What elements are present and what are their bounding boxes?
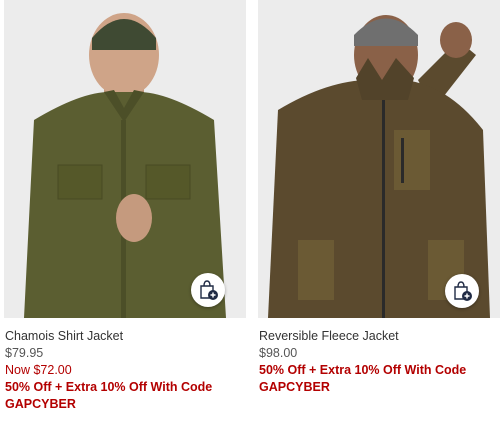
add-to-bag-button[interactable] <box>191 273 225 307</box>
shopping-bag-plus-icon <box>200 280 218 300</box>
product-card-reversible-fleece-jacket[interactable]: Reversible Fleece Jacket $98.00 50% Off … <box>254 0 500 396</box>
sale-price: Now $72.00 <box>5 363 72 377</box>
add-to-bag-button[interactable] <box>445 274 479 308</box>
promo-text: 50% Off + Extra 10% Off With Code GAPCYB… <box>5 380 213 411</box>
shopping-bag-plus-icon <box>454 281 472 301</box>
original-price: $79.95 <box>5 346 44 360</box>
product-image[interactable] <box>258 0 500 318</box>
promo-text: 50% Off + Extra 10% Off With Code GAPCYB… <box>259 363 467 394</box>
product-name[interactable]: Chamois Shirt Jacket <box>5 328 246 345</box>
original-price: $98.00 <box>259 346 298 360</box>
product-name[interactable]: Reversible Fleece Jacket <box>259 328 500 345</box>
product-card-chamois-shirt-jacket[interactable]: Chamois Shirt Jacket $79.95 Now $72.00 5… <box>0 0 246 413</box>
product-image[interactable] <box>4 0 246 318</box>
